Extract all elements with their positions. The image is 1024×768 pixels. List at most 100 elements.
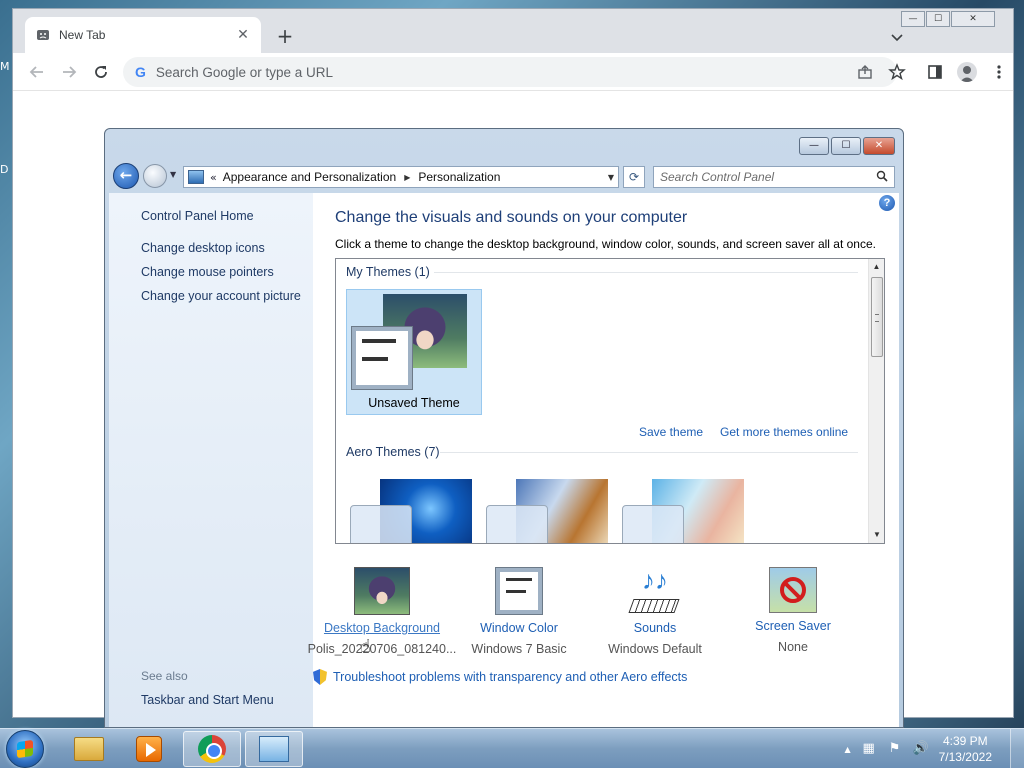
scroll-down-icon[interactable]: ▼ (869, 527, 884, 543)
group-divider (440, 452, 858, 453)
profile-avatar[interactable] (953, 58, 981, 86)
back-arrow-icon: ← (119, 166, 133, 184)
sounds-link[interactable]: Sounds (580, 621, 730, 635)
theme-components: Desktop Background Polis_20220706_081240… (308, 567, 873, 667)
control-panel-icon (188, 170, 204, 184)
forward-button[interactable] (143, 164, 167, 188)
desktop-background-item[interactable]: Desktop Background Polis_20220706_081240… (307, 567, 457, 656)
left-navigation-pane: Control Panel Home Change desktop icons … (109, 193, 313, 727)
breadcrumb-appearance[interactable]: Appearance and Personalization (223, 170, 396, 184)
change-mouse-pointers-link[interactable]: Change mouse pointers (141, 265, 313, 279)
theme-label: Unsaved Theme (368, 396, 460, 410)
folder-icon (74, 737, 104, 761)
minimize-button[interactable]: — (799, 137, 829, 155)
taskbar-control-panel[interactable] (245, 731, 303, 767)
maximize-button[interactable]: ☐ (831, 137, 861, 155)
refresh-icon[interactable]: ⟳ (623, 166, 645, 188)
window-body: Control Panel Home Change desktop icons … (109, 193, 899, 727)
control-panel-home-link[interactable]: Control Panel Home (141, 209, 313, 223)
window-color-icon (495, 567, 543, 615)
help-icon[interactable]: ? (879, 195, 895, 211)
window-caption: — ☐ ✕ (105, 129, 903, 161)
window-color-link[interactable]: Window Color (444, 621, 594, 635)
change-account-picture-link[interactable]: Change your account picture (141, 289, 313, 303)
aero-theme-architecture[interactable] (486, 473, 612, 543)
unsaved-theme-tile[interactable]: Unsaved Theme (346, 289, 482, 415)
search-control-panel[interactable] (653, 166, 895, 188)
system-tray: ▲ ▦ ⚑ 🔊 4:39 PM 7/13/2022 (844, 729, 1024, 768)
group-divider (434, 272, 858, 273)
window-color-item[interactable]: Window Color Windows 7 Basic (444, 567, 594, 656)
tab-new-tab[interactable]: New Tab ✕ (25, 17, 261, 53)
search-input[interactable] (660, 170, 876, 184)
forward-arrow-icon[interactable] (55, 58, 83, 86)
get-more-themes-link[interactable]: Get more themes online (720, 425, 848, 439)
sounds-value: Windows Default (608, 642, 702, 656)
google-g-icon: G (135, 64, 146, 80)
themes-scrollbar[interactable]: ▲ ▼ (868, 259, 884, 543)
screen-saver-link[interactable]: Screen Saver (718, 619, 868, 633)
address-dropdown-icon[interactable]: ▼ (608, 173, 614, 182)
breadcrumb-overflow-icon[interactable]: « (210, 171, 217, 184)
new-tab-button[interactable]: + (273, 25, 297, 49)
search-icon[interactable] (876, 170, 894, 185)
navigation-bar: ← ▼ « Appearance and Personalization ▶ P… (105, 161, 903, 191)
troubleshoot-link-row[interactable]: Troubleshoot problems with transparency … (313, 669, 687, 685)
screen-saver-item[interactable]: Screen Saver None (718, 567, 868, 654)
clock-time: 4:39 PM (942, 734, 988, 748)
address-bar[interactable]: « Appearance and Personalization ▶ Perso… (183, 166, 619, 188)
close-button[interactable]: ✕ (863, 137, 895, 155)
desktop-background-link[interactable]: Desktop Background (307, 621, 457, 635)
breadcrumb-personalization[interactable]: Personalization (418, 170, 500, 184)
sounds-item[interactable]: ♪♪ Sounds Windows Default (580, 567, 730, 656)
tab-title: New Tab (59, 28, 106, 42)
hand-cursor-icon: ☝ (360, 636, 371, 657)
omnibox-placeholder: Search Google or type a URL (155, 64, 333, 80)
tab-search-chevron-icon[interactable] (887, 27, 907, 47)
change-desktop-icons-link[interactable]: Change desktop icons (141, 241, 313, 255)
volume-icon[interactable]: 🔊 (913, 741, 929, 757)
network-icon[interactable]: ▦ (861, 741, 877, 757)
back-button[interactable]: ← (113, 163, 139, 189)
scroll-up-icon[interactable]: ▲ (869, 259, 884, 275)
breadcrumb-arrow-icon[interactable]: ▶ (404, 173, 410, 182)
taskbar-chrome[interactable] (183, 731, 241, 767)
window-color-thumbnail (486, 505, 548, 543)
themes-list[interactable]: My Themes (1) Unsaved Theme Save theme G… (335, 258, 885, 544)
window-color-thumbnail (622, 505, 684, 543)
back-arrow-icon[interactable] (23, 58, 51, 86)
chrome-maximize-button[interactable]: ☐ (926, 11, 950, 27)
reload-icon[interactable] (87, 58, 115, 86)
person-icon (957, 61, 977, 82)
start-button[interactable] (6, 730, 44, 768)
taskbar-explorer[interactable] (60, 731, 118, 767)
chrome-minimize-button[interactable]: — (901, 11, 925, 27)
taskbar-media-player[interactable] (120, 731, 178, 767)
share-icon[interactable] (851, 58, 879, 86)
show-desktop-button[interactable] (1010, 729, 1024, 768)
omnibox[interactable]: G Search Google or type a URL (123, 57, 897, 87)
show-hidden-icons-icon[interactable]: ▲ (844, 745, 850, 754)
troubleshoot-link[interactable]: Troubleshoot problems with transparency … (333, 670, 687, 684)
action-center-flag-icon[interactable]: ⚑ (887, 741, 903, 757)
recent-pages-dropdown-icon[interactable]: ▼ (170, 170, 176, 179)
screen-saver-icon (769, 567, 817, 613)
chrome-icon (198, 735, 226, 763)
main-content: ? Change the visuals and sounds on your … (308, 193, 899, 727)
scrollbar-thumb[interactable] (871, 277, 883, 357)
tab-close-icon[interactable]: ✕ (235, 27, 251, 43)
aero-theme-nature[interactable] (622, 473, 748, 543)
see-also-heading: See also (141, 669, 188, 683)
window-color-value: Windows 7 Basic (471, 642, 567, 656)
aero-theme-windows7[interactable] (350, 473, 476, 543)
thumbnail-line (362, 357, 388, 361)
save-theme-link[interactable]: Save theme (639, 425, 703, 439)
aero-themes-header: Aero Themes (7) (346, 445, 440, 459)
bookmark-star-icon[interactable] (883, 58, 911, 86)
chrome-close-button[interactable]: ✕ (951, 11, 995, 27)
clock[interactable]: 4:39 PM 7/13/2022 (939, 733, 992, 765)
page-subtitle: Click a theme to change the desktop back… (335, 237, 876, 251)
taskbar-start-menu-link[interactable]: Taskbar and Start Menu (141, 693, 274, 707)
side-panel-icon[interactable] (921, 58, 949, 86)
kebab-menu-icon[interactable] (985, 58, 1013, 86)
